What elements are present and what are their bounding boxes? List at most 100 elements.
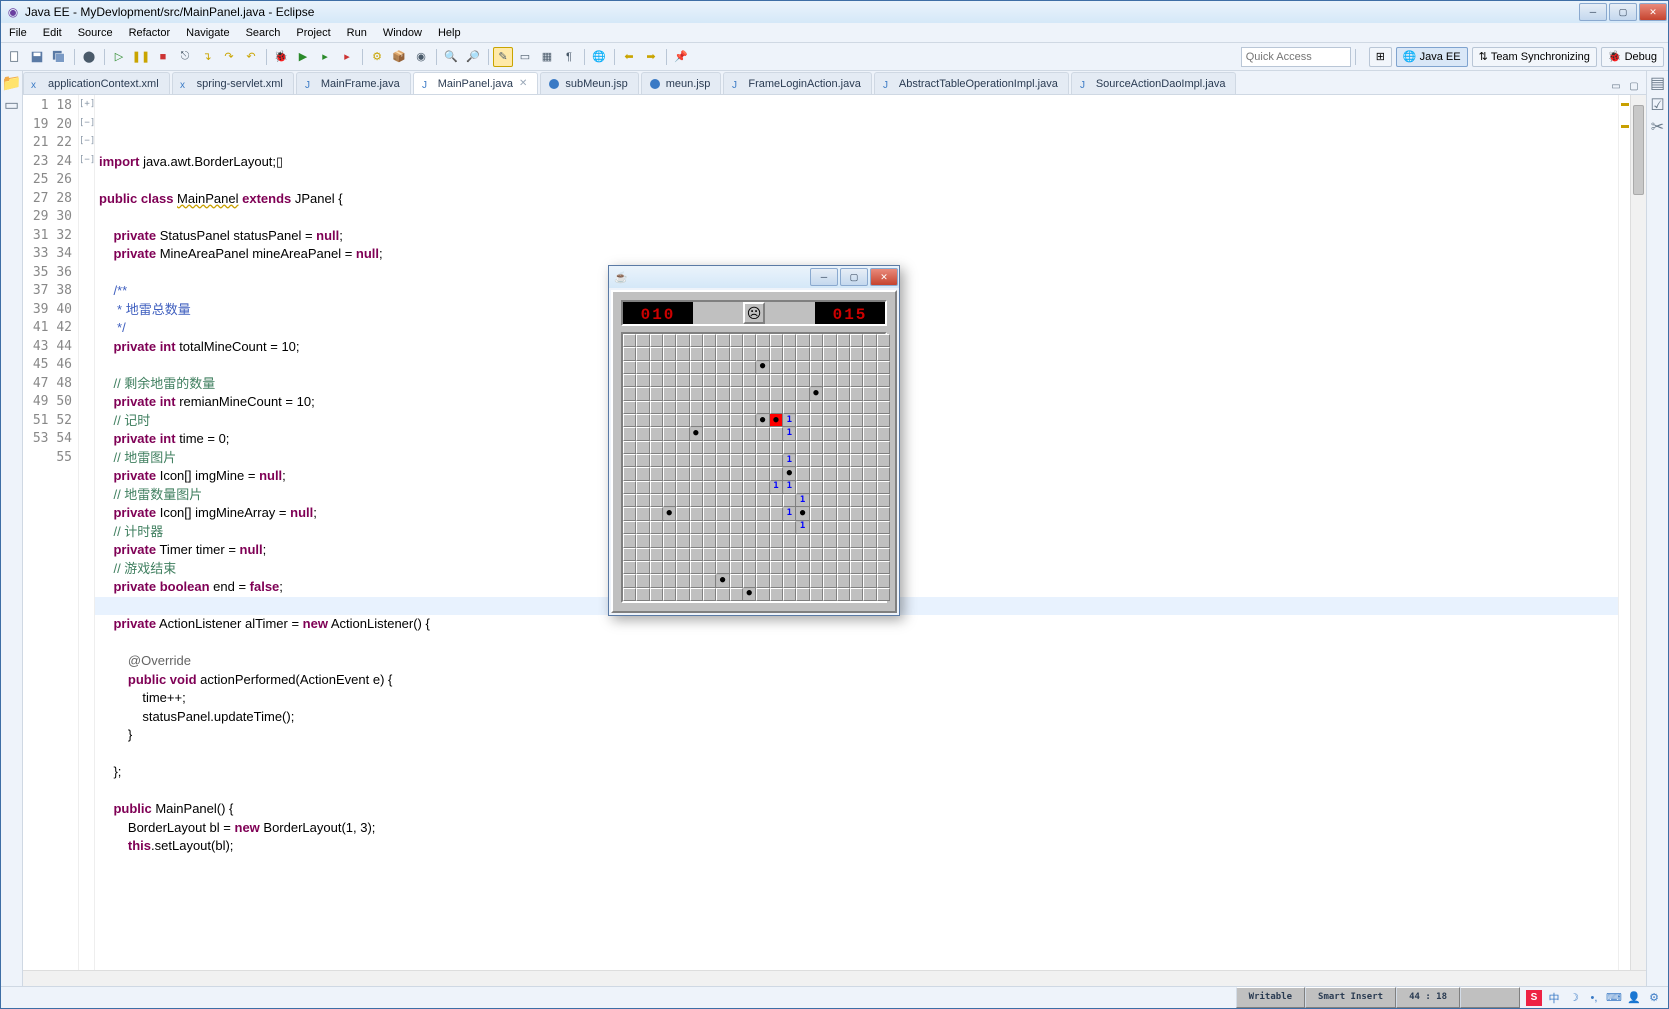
resume-icon[interactable]: ▷ <box>109 47 129 67</box>
run-last-icon[interactable]: ▸ <box>315 47 335 67</box>
svg-text:J: J <box>732 80 737 91</box>
tab-label: FrameLoginAction.java <box>748 78 861 90</box>
back-icon[interactable]: ⬅ <box>619 47 639 67</box>
outline-icon[interactable]: ▤ <box>1650 75 1666 91</box>
block-selection-icon[interactable]: ▦ <box>537 47 557 67</box>
tab-mainpanel-java[interactable]: JMainPanel.java✕ <box>413 72 539 94</box>
open-perspective-button[interactable]: ⊞ <box>1369 47 1392 67</box>
perspective-java-ee[interactable]: 🌐 Java EE <box>1396 47 1468 67</box>
vertical-scrollbar[interactable] <box>1630 95 1646 970</box>
menu-navigate[interactable]: Navigate <box>178 25 237 41</box>
tab-meun-jsp[interactable]: meun.jsp <box>641 72 722 94</box>
tabs-minimize-icon[interactable]: ▭ <box>1608 78 1624 94</box>
perspective-team[interactable]: ⇅ Team Synchronizing <box>1472 47 1597 67</box>
svg-text:J: J <box>883 80 888 91</box>
save-icon[interactable] <box>27 47 47 67</box>
tab-close-icon[interactable]: ✕ <box>519 78 527 89</box>
menu-file[interactable]: File <box>1 25 35 41</box>
tab-mainframe-java[interactable]: J MainFrame.java <box>296 72 411 94</box>
svg-text:x: x <box>31 80 36 91</box>
java-file-icon: J <box>303 77 317 91</box>
left-trim: 📁 ▭ <box>1 71 23 986</box>
ime-person-icon[interactable]: 👤 <box>1626 990 1642 1006</box>
ime-lang-icon[interactable]: 中 <box>1546 990 1562 1006</box>
perspective-debug[interactable]: 🐞 Debug <box>1601 47 1664 67</box>
menu-help[interactable]: Help <box>430 25 469 41</box>
tab-label: SourceActionDaoImpl.java <box>1096 78 1226 90</box>
horizontal-scrollbar[interactable] <box>23 970 1646 986</box>
forward-icon[interactable]: ➡ <box>641 47 661 67</box>
fold-gutter[interactable]: [+] [−] [−] [−] <box>79 95 95 970</box>
step-over-icon[interactable]: ↷ <box>219 47 239 67</box>
ime-icon[interactable]: S <box>1526 990 1542 1006</box>
jsp-file-icon <box>547 77 561 91</box>
restore-icon[interactable]: ▭ <box>4 97 20 113</box>
snippets-icon[interactable]: ✂ <box>1650 119 1666 135</box>
project-explorer-icon[interactable]: 📁 <box>4 75 20 91</box>
step-return-icon[interactable]: ↶ <box>241 47 261 67</box>
tab-submeun-jsp[interactable]: subMeun.jsp <box>540 72 638 94</box>
task-list-icon[interactable]: ☑ <box>1650 97 1666 113</box>
search-icon[interactable]: 🔎 <box>463 47 483 67</box>
statusbar: Writable Smart Insert 44 : 18 S 中 ☽ •, ⌨… <box>1 986 1668 1008</box>
minimize-button[interactable]: ─ <box>1579 3 1607 21</box>
code-editor[interactable]: import java.awt.BorderLayout;▯ public cl… <box>95 95 1618 970</box>
overview-ruler[interactable] <box>1618 95 1630 970</box>
svg-text:J: J <box>422 80 427 91</box>
menu-project[interactable]: Project <box>288 25 338 41</box>
menu-run[interactable]: Run <box>339 25 375 41</box>
menu-window[interactable]: Window <box>375 25 430 41</box>
tab-frameloginaction-java[interactable]: J FrameLoginAction.java <box>723 72 872 94</box>
tab-label: MainFrame.java <box>321 78 400 90</box>
skip-breakpoints-icon[interactable]: ⬤ <box>79 47 99 67</box>
pin-icon[interactable]: 📌 <box>671 47 691 67</box>
debug-icon[interactable]: 🐞 <box>271 47 291 67</box>
ime-moon-icon[interactable]: ☽ <box>1566 990 1582 1006</box>
run-icon[interactable]: ▶ <box>293 47 313 67</box>
new-server-icon[interactable]: ⚙ <box>367 47 387 67</box>
tabs-maximize-icon[interactable]: ▢ <box>1626 78 1642 94</box>
tab-label: meun.jsp <box>666 78 711 90</box>
new-icon[interactable] <box>5 47 25 67</box>
ime-gear-icon[interactable]: ⚙ <box>1646 990 1662 1006</box>
eclipse-icon: ◉ <box>5 4 21 20</box>
java-file-icon: J <box>420 77 434 91</box>
tab-sourceactiondaoimpl-java[interactable]: JSourceActionDaoImpl.java <box>1071 72 1237 94</box>
save-all-icon[interactable] <box>49 47 69 67</box>
menu-search[interactable]: Search <box>238 25 289 41</box>
step-into-icon[interactable]: ↴ <box>197 47 217 67</box>
menu-source[interactable]: Source <box>70 25 121 41</box>
annotation-icon[interactable]: ▭ <box>515 47 535 67</box>
new-type-icon[interactable]: ◉ <box>411 47 431 67</box>
right-trim: ▤ ☑ ✂ <box>1646 71 1668 986</box>
browser-icon[interactable]: 🌐 <box>589 47 609 67</box>
tab-abstracttableoperationimpl-java[interactable]: J AbstractTableOperationImpl.java <box>874 72 1069 94</box>
maximize-button[interactable]: ▢ <box>1609 3 1637 21</box>
svg-text:x: x <box>180 80 185 91</box>
xml-file-icon: x <box>179 77 193 91</box>
menu-edit[interactable]: Edit <box>35 25 70 41</box>
status-writable: Writable <box>1236 987 1305 1008</box>
tab-spring-servlet-xml[interactable]: xspring-servlet.xml <box>172 72 294 94</box>
quick-access-input[interactable] <box>1241 47 1351 67</box>
menu-refactor[interactable]: Refactor <box>121 25 179 41</box>
svg-text:J: J <box>305 80 310 91</box>
toggle-mark-icon[interactable]: ✎ <box>493 47 513 67</box>
tab-applicationcontext-xml[interactable]: x applicationContext.xml <box>23 72 170 94</box>
external-tools-icon[interactable]: ▸ <box>337 47 357 67</box>
suspend-icon[interactable]: ❚❚ <box>131 47 151 67</box>
status-cursor-position: 44 : 18 <box>1396 987 1460 1008</box>
window-title: Java EE - MyDevlopment/src/MainPanel.jav… <box>25 5 314 19</box>
tab-label: subMeun.jsp <box>565 78 627 90</box>
ime-keyboard-icon[interactable]: ⌨ <box>1606 990 1622 1006</box>
show-whitespace-icon[interactable]: ¶ <box>559 47 579 67</box>
ime-punct-icon[interactable]: •, <box>1586 990 1602 1006</box>
disconnect-icon[interactable]: ⎋ <box>175 47 195 67</box>
terminate-icon[interactable]: ■ <box>153 47 173 67</box>
close-button[interactable]: ✕ <box>1639 3 1667 21</box>
java-file-icon: J <box>730 77 744 91</box>
new-package-icon[interactable]: 📦 <box>389 47 409 67</box>
tab-label: applicationContext.xml <box>48 78 159 90</box>
open-type-icon[interactable]: 🔍 <box>441 47 461 67</box>
tab-label: AbstractTableOperationImpl.java <box>899 78 1058 90</box>
